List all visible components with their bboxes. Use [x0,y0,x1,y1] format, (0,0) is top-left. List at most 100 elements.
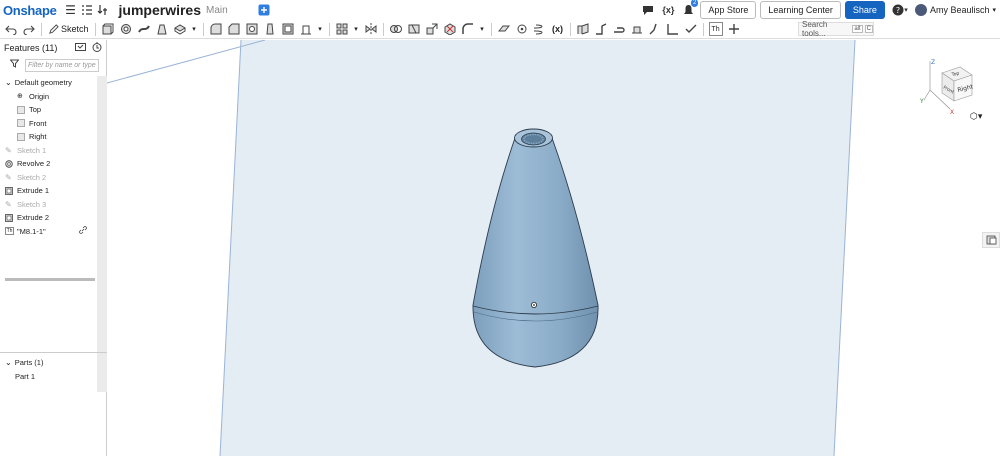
link-icon[interactable] [79,226,87,236]
loft-icon[interactable] [155,22,169,36]
toolbar-divider [569,22,571,36]
fillet-icon[interactable] [209,22,223,36]
search-tools-placeholder: Search tools... [802,20,828,38]
tree-item-sketch-3[interactable]: ✎ Sketch 3 [0,198,97,212]
search-tools-input[interactable]: Search tools... alt C [798,20,874,38]
view-options-icon[interactable]: ⬡▾ [970,111,982,122]
hamburger-menu-icon[interactable]: ☰ [63,2,79,18]
filter-row: Filter by name or type [0,56,106,74]
sketch-icon: ✎ [5,145,12,155]
tree-item-origin[interactable]: ⊕ Origin [0,90,97,104]
notifications-icon[interactable]: 2 [680,0,699,18]
transform-icon[interactable] [425,22,439,36]
dropdown-chevron-icon[interactable]: ▾ [479,22,486,36]
delete-part-icon[interactable] [443,22,457,36]
tree-item-revolve-2[interactable]: Revolve 2 [0,157,97,171]
finish-sheet-metal-icon[interactable] [684,22,698,36]
tree-item-sketch-2[interactable]: ✎ Sketch 2 [0,171,97,185]
tree-item-front-plane[interactable]: Front [0,117,97,131]
filter-icon[interactable] [9,59,20,71]
filter-placeholder: Filter by name or type [28,61,96,69]
onshape-logo[interactable]: Onshape [3,3,57,18]
mate-connector-icon[interactable] [515,22,529,36]
dropdown-chevron-icon[interactable]: ▾ [317,22,324,36]
pattern-icon[interactable] [335,22,349,36]
graphics-viewport[interactable] [107,40,1000,456]
rollback-history-icon[interactable] [92,41,102,54]
boolean-icon[interactable] [389,22,403,36]
tree-item-default-geometry[interactable]: ⌄ Default geometry [0,76,97,90]
chevron-down-icon[interactable]: ⌄ [5,358,12,367]
model-canvas[interactable] [107,40,1000,456]
branch-name[interactable]: Main [206,5,228,16]
version-graph-icon[interactable] [256,2,272,18]
mirror-icon[interactable] [364,22,378,36]
hem-icon[interactable] [612,22,626,36]
revolve-icon[interactable] [119,22,133,36]
chamfer-icon[interactable] [227,22,241,36]
tree-item-thread[interactable]: Th "M8.1-1" [0,225,97,239]
shell-icon[interactable] [281,22,295,36]
app-store-button[interactable]: App Store [700,1,757,19]
share-button[interactable]: Share [844,1,885,19]
user-menu[interactable]: Amy Beaulisch ▾ [914,4,996,16]
plane-icon [17,132,25,141]
part-item[interactable]: Part 1 [0,370,107,384]
thicken-icon[interactable] [173,22,187,36]
tree-item-extrude-1[interactable]: Extrude 1 [0,184,97,198]
parts-list: ⌄ Parts (1) Part 1 [0,352,107,383]
axis-z-label: Z [931,59,935,66]
redo-icon[interactable] [22,22,36,36]
feature-toolbar: Sketch ▾ ▾ ▾ ▾ (x) Th Search tools... al… [0,20,1000,39]
plane-icon[interactable] [497,22,511,36]
bend-icon[interactable] [648,22,662,36]
tree-item-extrude-2[interactable]: Extrude 2 [0,211,97,225]
filter-input[interactable]: Filter by name or type [25,58,99,72]
rib-icon[interactable] [299,22,313,36]
comments-icon[interactable] [640,2,656,18]
rollback-bar[interactable] [5,278,95,281]
document-name[interactable]: jumperwires [119,2,201,18]
tab-icon[interactable] [630,22,644,36]
extrude-icon [5,213,13,222]
draft-icon[interactable] [263,22,277,36]
view-cube[interactable]: Z X Y Top Front Right ⬡▾ [919,55,982,121]
chevron-down-icon[interactable]: ⌄ [5,78,12,87]
helix-icon[interactable] [533,22,547,36]
undo-icon[interactable] [4,22,18,36]
tree-item-sketch-1[interactable]: ✎ Sketch 1 [0,144,97,158]
modify-fillet-icon[interactable] [461,22,475,36]
learning-center-button[interactable]: Learning Center [760,1,841,19]
tree-item-right-plane[interactable]: Right [0,130,97,144]
insert-icon[interactable] [95,2,111,18]
features-title: Features (11) [4,43,58,53]
tree-item-top-plane[interactable]: Top [0,103,97,117]
extrude-icon[interactable] [101,22,115,36]
flange-icon[interactable] [594,22,608,36]
dropdown-chevron-icon[interactable]: ▾ [191,22,198,36]
corner-icon[interactable] [666,22,680,36]
sheet-metal-icon[interactable] [576,22,590,36]
dropdown-chevron-icon[interactable]: ▾ [353,22,360,36]
sketch-button[interactable]: Sketch [48,23,89,35]
parts-header-label: Parts (1) [14,358,44,368]
variable-icon[interactable]: (x) [551,22,565,36]
tree-item-label: "M8.1-1" [17,226,46,236]
add-custom-feature-icon[interactable] [727,22,741,36]
hole-icon[interactable] [245,22,259,36]
help-icon[interactable]: ? ▾ [889,2,911,18]
parts-header[interactable]: ⌄ Parts (1) [0,356,107,370]
feature-list-icon[interactable] [79,2,95,18]
sketch-label: Sketch [61,24,89,34]
feature-list-scrollbar[interactable] [97,76,107,392]
axis-y-label: Y [920,98,924,105]
right-panel-toggle-icon[interactable] [982,232,1000,248]
thread-feature-icon[interactable]: Th [708,22,723,36]
variables-icon[interactable]: {x} [660,2,676,18]
split-icon[interactable] [407,22,421,36]
display-states-icon[interactable] [75,42,87,54]
shortcut-key-alt: alt [852,25,863,33]
chevron-down-icon: ▾ [992,7,996,14]
pencil-icon [49,23,59,34]
sweep-icon[interactable] [137,22,151,36]
